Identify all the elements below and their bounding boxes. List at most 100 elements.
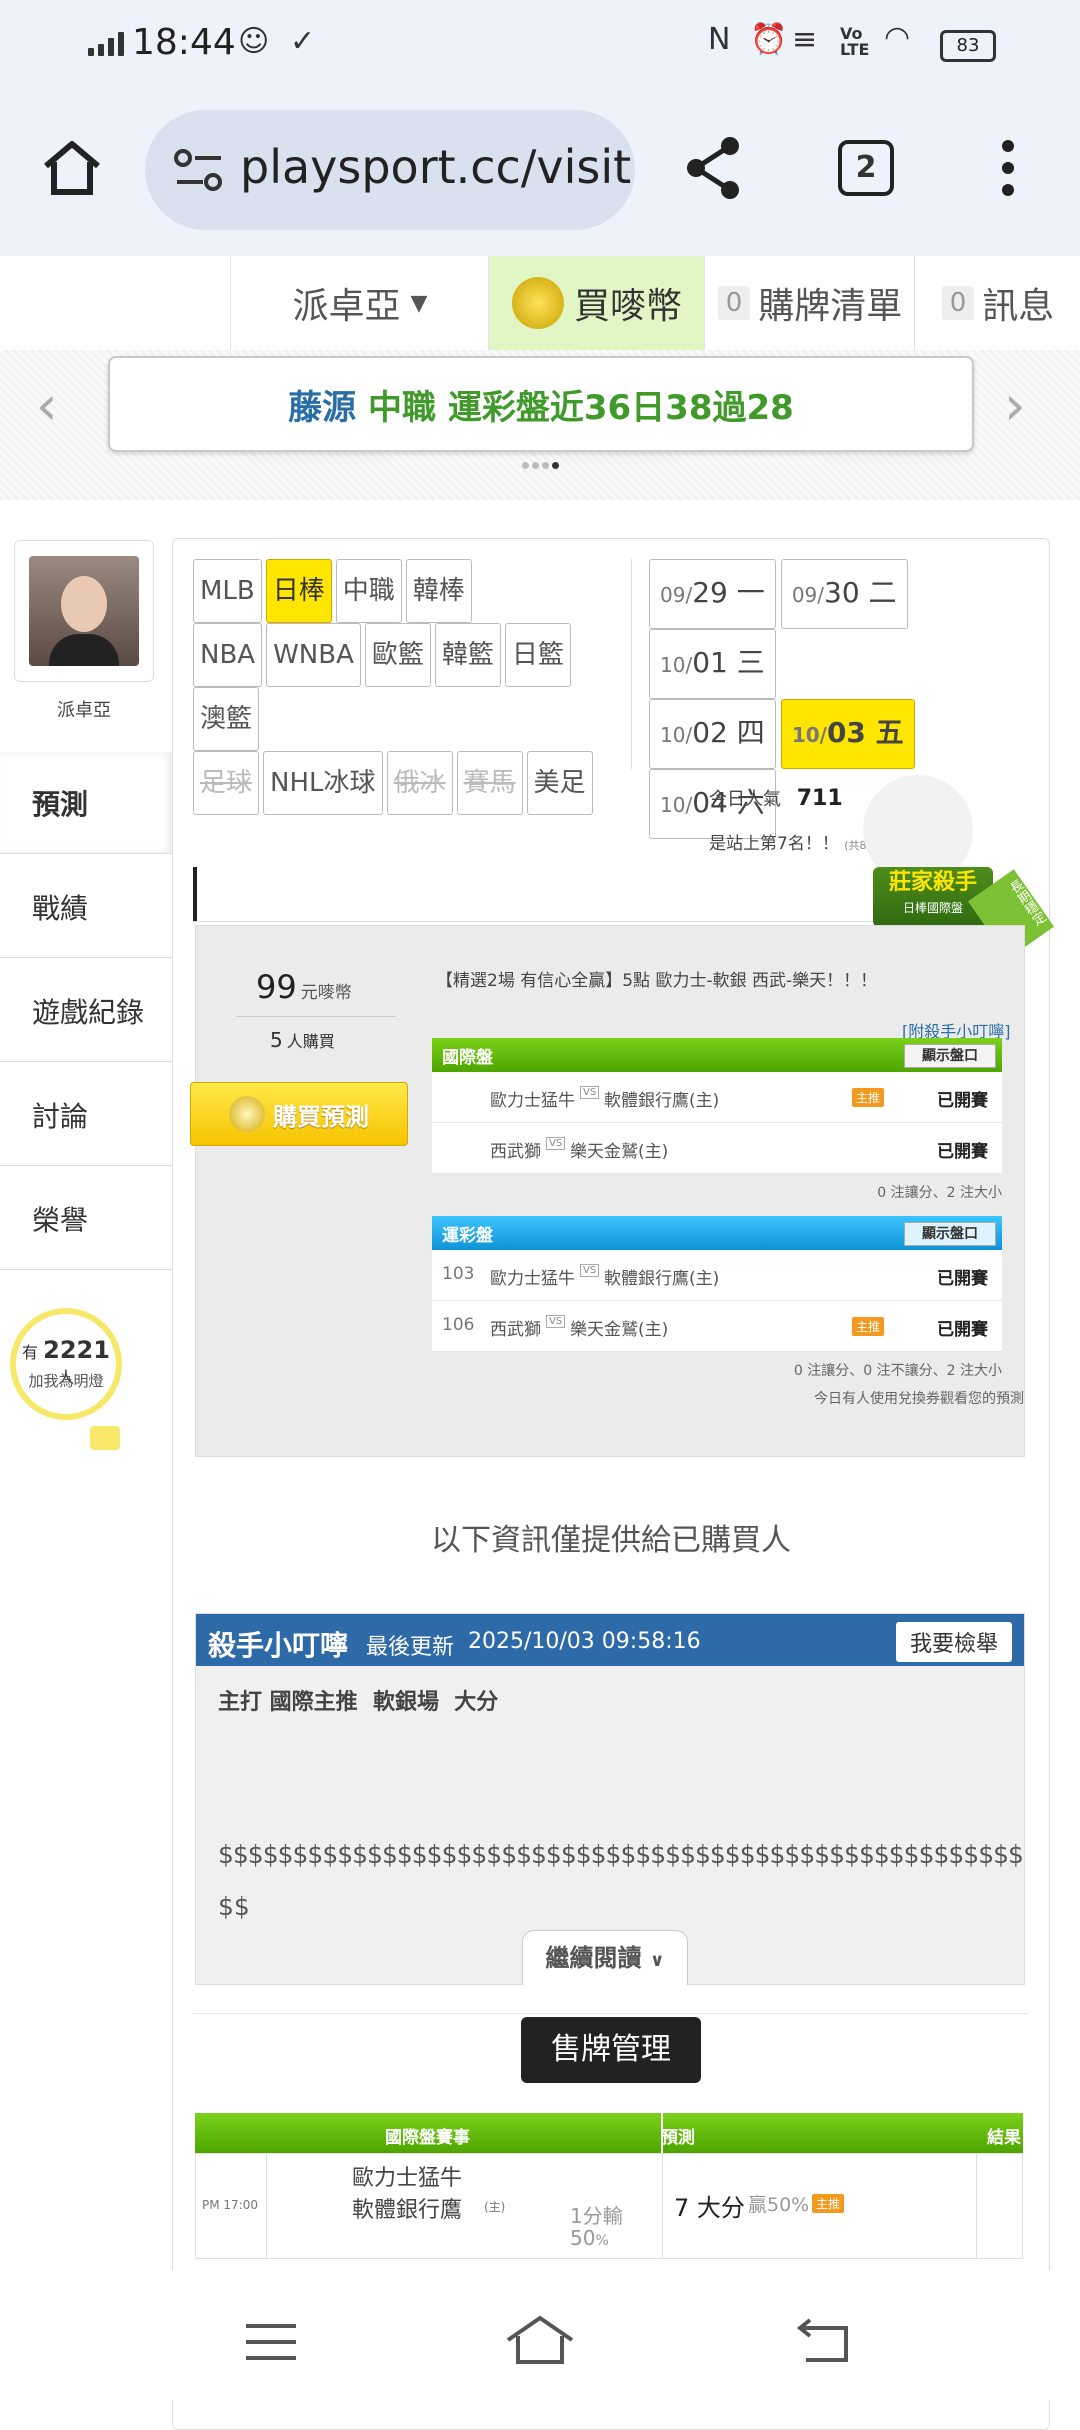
- share-icon[interactable]: [684, 136, 744, 204]
- sport-tag-wnba[interactable]: WNBA: [266, 623, 361, 687]
- popularity-value: 711: [796, 786, 843, 811]
- avatar[interactable]: [14, 540, 154, 682]
- sell-manage-button[interactable]: 售牌管理: [521, 2017, 701, 2083]
- lottery-row-1: 103 歐力士猛牛 VS 軟體銀行鷹(主) 已開賽: [432, 1250, 1002, 1301]
- vibrate-icon: ≡: [792, 22, 818, 57]
- intl-summary: 0 注讓分、2 注大小: [877, 1185, 1002, 1201]
- report-button[interactable]: 我要檢舉: [895, 1622, 1012, 1662]
- address-bar[interactable]: playsport.cc/visit: [145, 110, 635, 230]
- game-status: 已開賽: [937, 1320, 988, 1340]
- buy-prediction-button[interactable]: 購買預測: [190, 1082, 408, 1146]
- sport-tag-nhl[interactable]: NHL冰球: [263, 751, 383, 815]
- battery-icon: 83: [940, 30, 996, 62]
- avatar-image: [29, 556, 139, 666]
- coin-icon: [229, 1096, 265, 1132]
- user-menu-label: 派卓亞: [292, 286, 401, 327]
- date-1003[interactable]: 10/03 五: [780, 699, 915, 769]
- user-menu[interactable]: 派卓亞 ▼: [230, 256, 489, 350]
- banner-pagination: [522, 462, 559, 469]
- home-nav-icon[interactable]: [504, 2314, 576, 2370]
- site-settings-icon[interactable]: [173, 148, 225, 196]
- side-nav-record[interactable]: 戰績: [0, 856, 172, 958]
- banner-prev-icon[interactable]: ‹: [36, 374, 58, 437]
- sport-tag-horse: 賽馬: [456, 751, 523, 815]
- intl-show-odds-button[interactable]: 顯示盤口: [904, 1044, 996, 1068]
- site-top-nav: 派卓亞 ▼ 買嘜幣 0 購牌清單 0 訊息: [0, 256, 1080, 351]
- vs-icon: VS: [580, 1086, 600, 1099]
- side-nav-honor[interactable]: 榮譽: [0, 1168, 172, 1270]
- pick: 7 大分: [674, 2194, 745, 2222]
- chevron-down-icon: ∨: [649, 1950, 665, 1971]
- prediction-headline: 【精選2場 有信心全贏】5點 歐力士-軟銀 西武-樂天！！！: [436, 971, 878, 991]
- table-row: PM 17:00 歐力士猛牛 軟體銀行鷹 (主) 1分輸 50% 7 大分 贏5…: [195, 2153, 1023, 2259]
- messages-link[interactable]: 0 訊息: [914, 256, 1080, 350]
- buyers: 5 人購買: [270, 1028, 335, 1052]
- tab-switcher-button[interactable]: 2: [838, 140, 894, 196]
- buyers-unit: 人購買: [286, 1032, 335, 1051]
- killer-note-header: 殺手小叮嚀 最後更新 2025/10/03 09:58:16 我要檢舉: [196, 1614, 1024, 1666]
- home-icon[interactable]: [40, 138, 104, 202]
- back-icon[interactable]: [796, 2318, 852, 2368]
- recent-apps-icon[interactable]: [244, 2322, 298, 2366]
- sport-tag-euro-basketball[interactable]: 歐籃: [364, 623, 431, 687]
- banner-next-icon[interactable]: ›: [1004, 374, 1026, 437]
- sport-tag-nba[interactable]: NBA: [193, 623, 263, 687]
- sell-table: 國際盤賽事 預測 結果 PM 17:00 歐力士猛牛 軟體銀行鷹 (主) 1分輸…: [195, 2113, 1023, 2259]
- sport-tag-npb[interactable]: 日棒: [265, 559, 332, 623]
- sport-tag-soccer: 足球: [193, 751, 260, 815]
- side-nav-game-log[interactable]: 遊戲紀錄: [0, 960, 172, 1062]
- updated-time: 2025/10/03 09:58:16: [468, 1629, 701, 1654]
- continue-label: 繼續閱讀: [545, 1944, 642, 1972]
- hidden-text-line-1: $$$$$$$$$$$$$$$$$$$$$$$$$$$$$$$$$$$$$$$$…: [218, 1840, 1024, 1869]
- buyers-only-notice: 以下資訊僅提供給已購買人: [431, 1523, 791, 1558]
- date-1002[interactable]: 10/02 四: [649, 699, 776, 769]
- buy-coins-button[interactable]: 買嘜幣: [488, 256, 705, 350]
- game-number: 106: [442, 1315, 475, 1335]
- away-team: 西武獅: [490, 1320, 541, 1340]
- home-team: 樂天金鷲(主): [570, 1142, 669, 1162]
- date-0930[interactable]: 09/30 二: [780, 559, 908, 629]
- recommend-tag: 主推: [812, 2194, 845, 2213]
- continue-reading-button[interactable]: 繼續閱讀 ∨: [522, 1930, 688, 1985]
- side-nav-discuss[interactable]: 討論: [0, 1064, 172, 1166]
- banner-item[interactable]: 藤源 中職 運彩盤近36日38過28: [108, 356, 974, 452]
- wifi-icon: ◠: [884, 20, 911, 55]
- sport-tag-khl: 俄冰: [386, 751, 453, 815]
- col-header-event: 國際盤賽事: [385, 2128, 470, 2148]
- status-bar: 18:44 ☺ ✓ N ⏰ ≡ Vo LTE ◠ 83: [0, 0, 1080, 90]
- follow-bulb[interactable]: 有 2221 人 加我為明燈: [10, 1308, 122, 1450]
- sport-tag-japan-basketball[interactable]: 日籃: [504, 623, 571, 687]
- spread-percent: 50: [570, 2226, 596, 2250]
- sport-tag-nfl[interactable]: 美足: [526, 751, 593, 815]
- cart-link[interactable]: 0 購牌清單: [704, 256, 915, 350]
- sport-tag-korea-basketball[interactable]: 韓籃: [434, 623, 501, 687]
- lottery-show-odds-button[interactable]: 顯示盤口: [904, 1222, 996, 1246]
- away-team: 歐力士猛牛: [352, 2166, 463, 2191]
- price-unit: 元嘜幣: [300, 983, 352, 1003]
- buyers-count: 5: [270, 1028, 283, 1052]
- more-menu-icon[interactable]: [1000, 138, 1016, 202]
- messages-count-badge: 0: [941, 286, 975, 320]
- sport-tag-cpbl[interactable]: 中職: [335, 559, 402, 623]
- vs-icon: VS: [580, 1264, 600, 1277]
- banner-league: 中職: [368, 387, 437, 428]
- side-nav-predict[interactable]: 預測: [0, 752, 172, 854]
- prediction-panel: 99 元嘜幣 5 人購買 購買預測 【精選2場 有信心全贏】5點 歐力士-軟銀 西武…: [190, 925, 1025, 1457]
- away-team: 歐力士猛牛: [490, 1269, 575, 1289]
- date-0929[interactable]: 09/29 一: [649, 559, 776, 629]
- alarm-icon: ⏰: [750, 22, 788, 57]
- percent-unit: %: [595, 2233, 609, 2249]
- home-team: 軟體銀行鷹: [352, 2198, 463, 2223]
- follow-text: 加我為明燈: [28, 1372, 104, 1390]
- sport-tag-mlb[interactable]: MLB: [193, 559, 262, 623]
- banner-record: 運彩盤近36日38過28: [447, 387, 794, 428]
- win-rate: 贏50%: [748, 2194, 810, 2216]
- recommend-tag: 主推: [852, 1317, 885, 1336]
- date-1001[interactable]: 10/01 三: [649, 629, 776, 699]
- bulb-base-icon: [90, 1426, 120, 1450]
- home-mark: (主): [484, 2200, 506, 2214]
- banner-carousel: ‹ 藤源 中職 運彩盤近36日38過28 ›: [0, 350, 1080, 500]
- sport-tag-kbo[interactable]: 韓棒: [405, 559, 472, 623]
- volte-icon: Vo LTE: [840, 24, 870, 59]
- sport-tag-aus-basketball[interactable]: 澳籃: [193, 687, 260, 751]
